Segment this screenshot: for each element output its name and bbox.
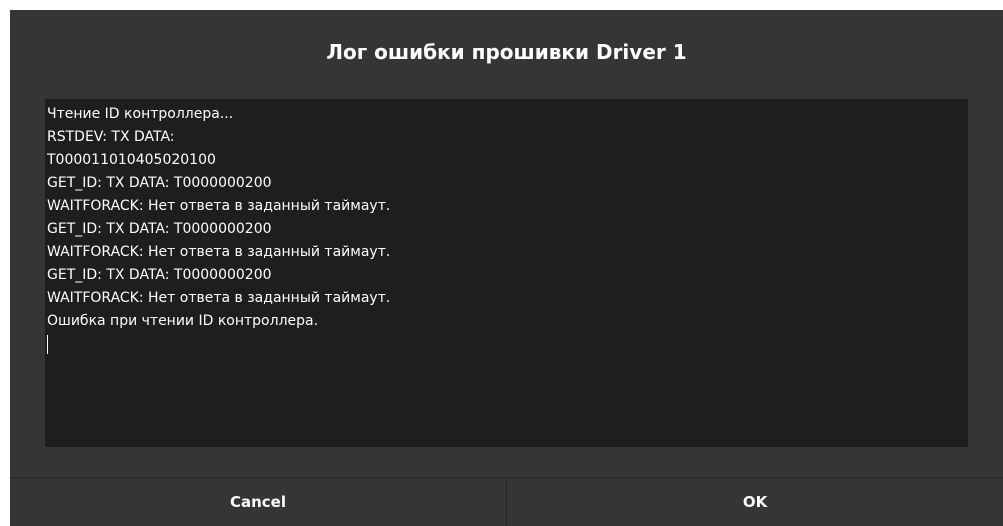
ok-button[interactable]: OK <box>506 478 1003 526</box>
log-text-area[interactable]: Чтение ID контроллера... RSTDEV: TX DATA… <box>45 99 968 447</box>
log-line: GET_ID: TX DATA: T0000000200 <box>47 221 272 237</box>
log-line: Ошибка при чтении ID контроллера. <box>47 313 319 329</box>
cancel-button[interactable]: Cancel <box>10 478 506 526</box>
dialog-button-bar: Cancel OK <box>10 477 1003 526</box>
log-line: T000011010405020100 <box>47 152 216 168</box>
log-line: GET_ID: TX DATA: T0000000200 <box>47 175 272 191</box>
log-line: RSTDEV: TX DATA: <box>47 129 175 145</box>
log-line: Чтение ID контроллера... <box>47 106 234 122</box>
log-line: GET_ID: TX DATA: T0000000200 <box>47 267 272 283</box>
dialog-title: Лог ошибки прошивки Driver 1 <box>326 40 687 64</box>
log-line: WAITFORACK: Нет ответа в заданный таймау… <box>47 290 391 306</box>
firmware-error-log-dialog: Лог ошибки прошивки Driver 1 Чтение ID к… <box>10 10 1003 526</box>
log-line: WAITFORACK: Нет ответа в заданный таймау… <box>47 244 391 260</box>
text-cursor <box>47 335 48 354</box>
log-line: WAITFORACK: Нет ответа в заданный таймау… <box>47 198 391 214</box>
